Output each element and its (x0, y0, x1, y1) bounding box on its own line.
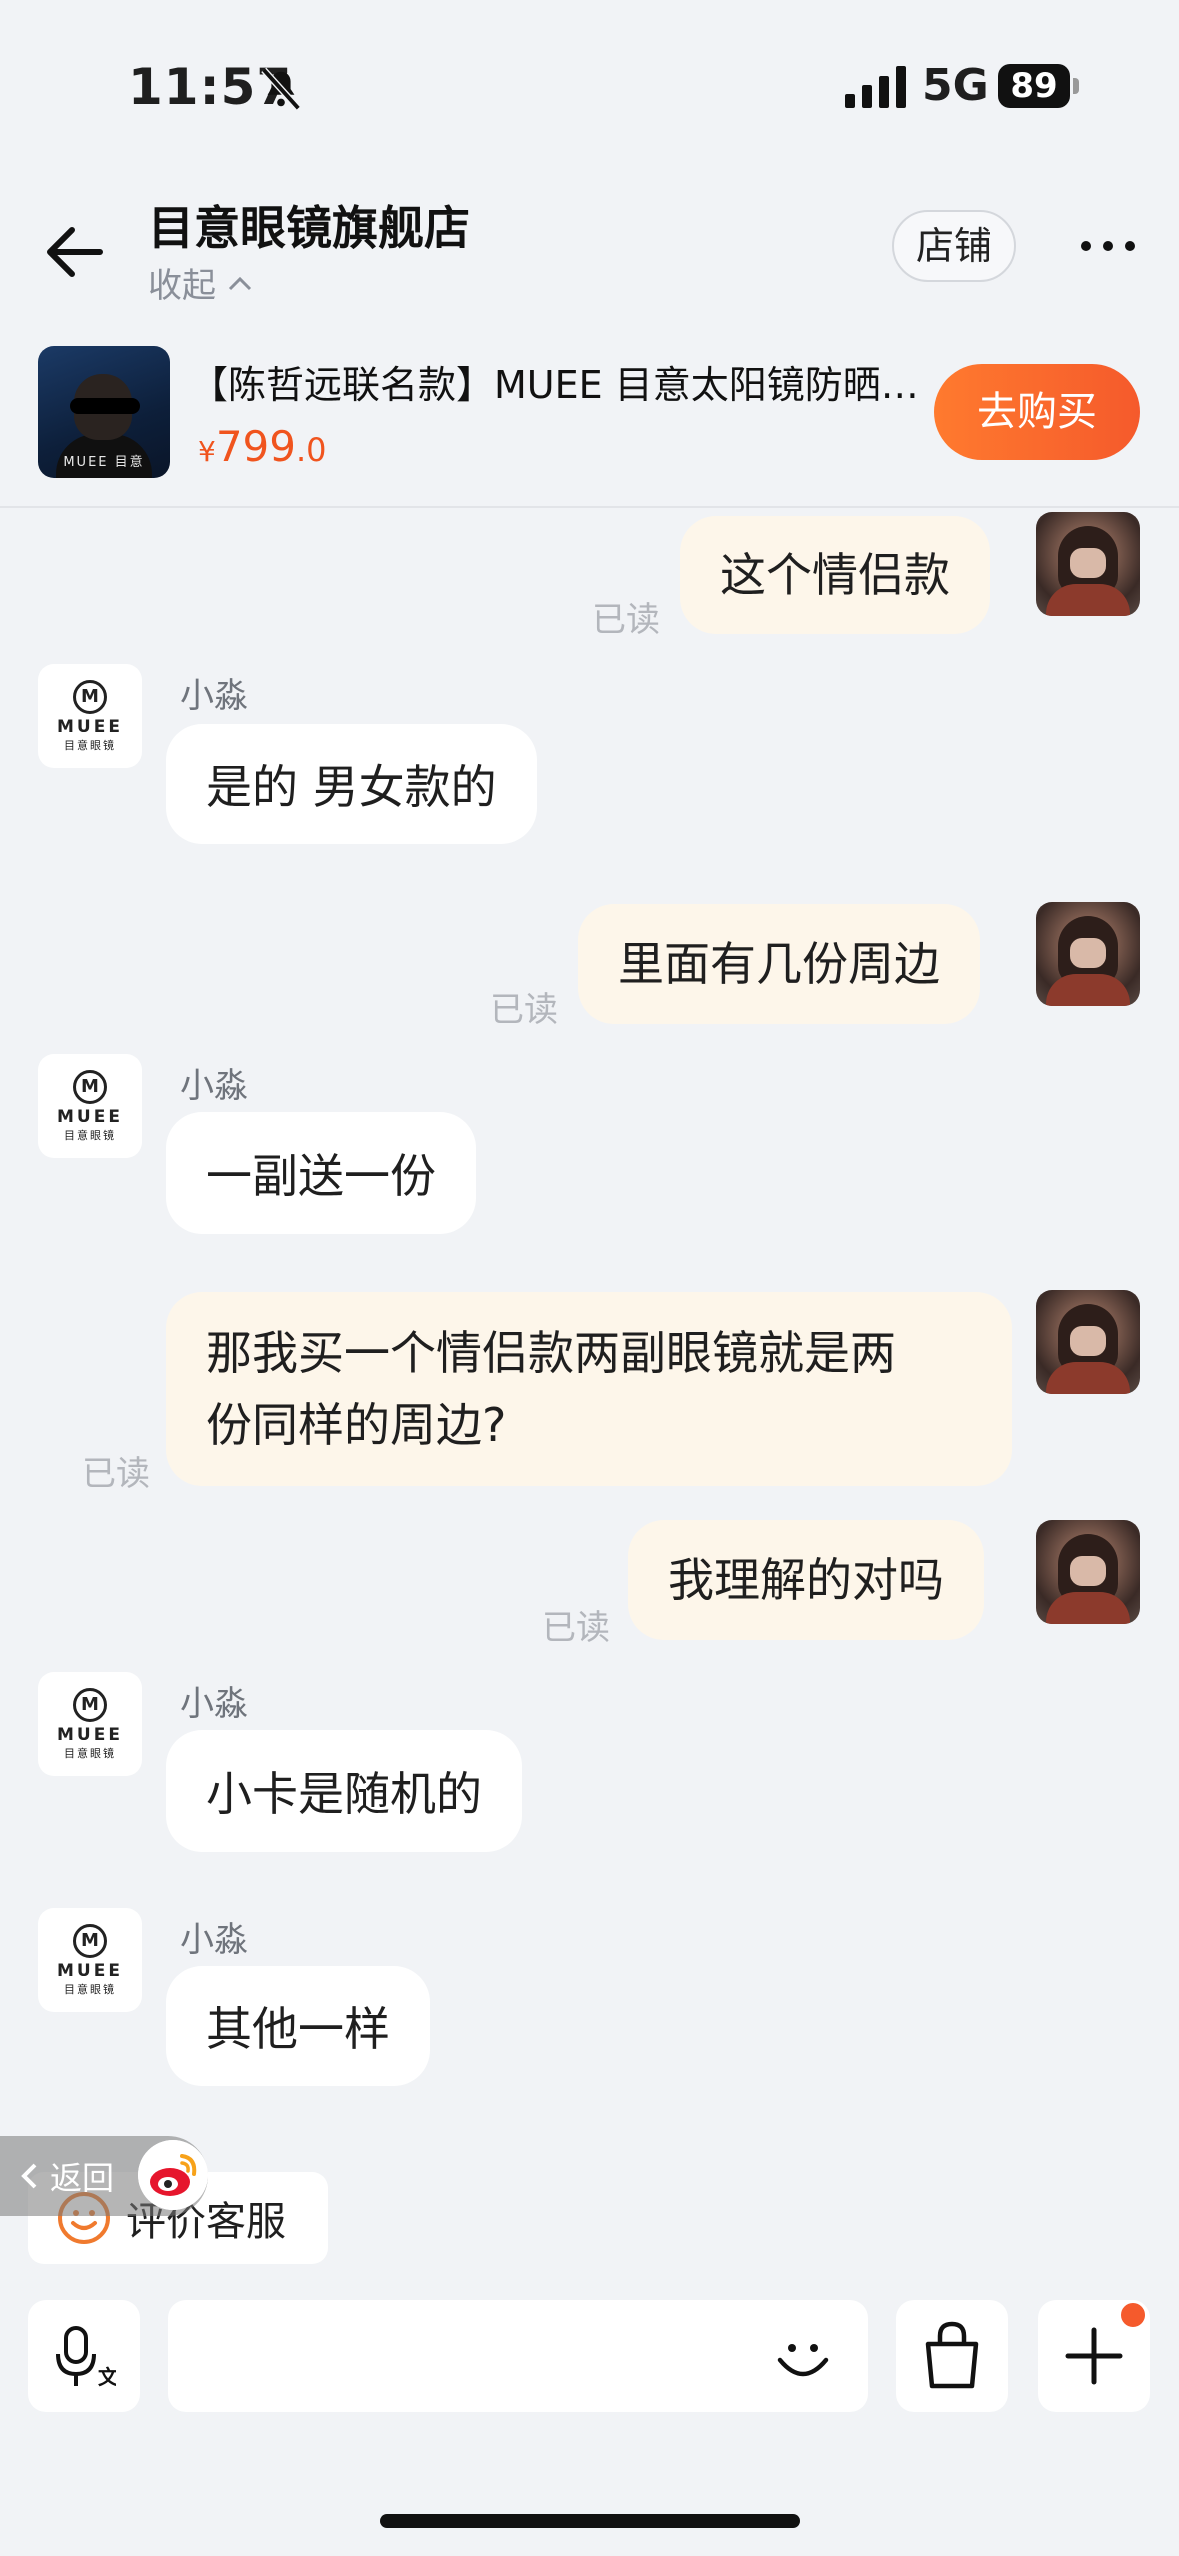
read-receipt: 已读 (542, 1608, 610, 1648)
avatar-hand (1070, 1556, 1106, 1586)
muee-logo-icon: M (73, 1923, 107, 1958)
muee-logo-icon: M (73, 1069, 107, 1104)
product-card[interactable]: MUEE 目意 【陈哲远联名款】MUEE 目意太阳镜防晒… ¥799.0 去购买 (0, 330, 1179, 508)
battery-tip (1073, 78, 1079, 94)
self-message-bubble[interactable]: 这个情侣款 (680, 516, 990, 634)
plus-icon (1065, 2327, 1123, 2385)
product-image-glasses (70, 398, 140, 414)
shop-message-bubble[interactable]: 其他一样 (166, 1966, 430, 2086)
shop-avatar[interactable]: M MUEE 目意眼镜 (38, 1672, 142, 1776)
store-button[interactable]: 店铺 (892, 210, 1016, 282)
shop-avatar-brand: MUEE (57, 1724, 123, 1745)
shop-title[interactable]: 目意眼镜旗舰店 (148, 192, 470, 258)
shopping-bag-button[interactable] (896, 2300, 1008, 2412)
shop-message-bubble[interactable]: 是的 男女款的 (166, 724, 537, 844)
user-avatar[interactable] (1036, 1290, 1140, 1394)
shop-avatar[interactable]: M MUEE 目意眼镜 (38, 1054, 142, 1158)
avatar-hand (1070, 548, 1106, 578)
sender-name: 小淼 (180, 676, 248, 716)
avatar-hand (1070, 1326, 1106, 1356)
shop-avatar-brand: MUEE (57, 1106, 123, 1127)
message-text-line-1: 那我买一个情侣款两副眼镜就是两 (206, 1326, 896, 1380)
avatar-hand (1070, 938, 1106, 968)
message-text: 小卡是随机的 (206, 1767, 482, 1821)
shop-avatar-cn: 目意眼镜 (64, 1128, 116, 1142)
avatar-shirt (1046, 974, 1130, 1006)
collapse-label: 收起 (148, 266, 216, 306)
bell-slash-icon (261, 67, 301, 111)
price-decimal: .0 (296, 431, 327, 469)
back-arrow-icon[interactable] (40, 222, 110, 282)
product-image[interactable]: MUEE 目意 (38, 346, 170, 478)
shop-avatar[interactable]: M MUEE 目意眼镜 (38, 1908, 142, 2012)
weibo-icon[interactable] (138, 2140, 208, 2210)
self-message-bubble[interactable]: 里面有几份周边 (578, 904, 980, 1024)
self-message-bubble[interactable]: 我理解的对吗 (628, 1520, 984, 1640)
product-title[interactable]: 【陈哲远联名款】MUEE 目意太阳镜防晒… (190, 354, 920, 409)
shop-avatar-cn: 目意眼镜 (64, 738, 116, 752)
microphone-translate-icon: 文 (56, 2326, 116, 2389)
weibo-back-label: 返回 (50, 2159, 115, 2197)
message-input[interactable] (168, 2300, 868, 2412)
notification-dot (1118, 2300, 1148, 2330)
message-text: 我理解的对吗 (668, 1553, 944, 1607)
shop-avatar-brand: MUEE (57, 1960, 123, 1981)
user-avatar[interactable] (1036, 902, 1140, 1006)
muee-logo-icon: M (73, 679, 107, 714)
sender-name: 小淼 (180, 1920, 248, 1960)
shop-avatar-brand: MUEE (57, 716, 123, 737)
shop-message-bubble[interactable]: 一副送一份 (166, 1112, 476, 1234)
message-text: 一副送一份 (206, 1149, 436, 1203)
read-receipt: 已读 (82, 1454, 150, 1494)
read-receipt: 已读 (490, 990, 558, 1030)
message-text: 里面有几份周边 (618, 937, 940, 991)
shop-message-bubble[interactable]: 小卡是随机的 (166, 1730, 522, 1852)
message-text: 其他一样 (206, 2002, 390, 2056)
user-avatar[interactable] (1036, 1520, 1140, 1624)
more-icon[interactable] (1080, 236, 1136, 256)
product-image-brand: MUEE 目意 (63, 455, 145, 470)
price-main: 799 (215, 422, 296, 471)
shop-avatar-cn: 目意眼镜 (64, 1746, 116, 1760)
svg-text:文: 文 (98, 2365, 116, 2389)
message-text: 是的 男女款的 (206, 760, 497, 814)
product-price: ¥799.0 (198, 422, 327, 471)
self-message-bubble[interactable]: 那我买一个情侣款两副眼镜就是两 份同样的周边? (166, 1292, 1012, 1486)
sender-name: 小淼 (180, 1684, 248, 1724)
sender-name: 小淼 (180, 1066, 248, 1106)
shop-avatar[interactable]: M MUEE 目意眼镜 (38, 664, 142, 768)
input-bar: 文 (0, 2296, 1179, 2422)
shop-avatar-cn: 目意眼镜 (64, 1982, 116, 1996)
avatar-shirt (1046, 1592, 1130, 1624)
avatar-shirt (1046, 584, 1130, 616)
chevron-left-icon (21, 2163, 37, 2189)
muee-logo-icon: M (73, 1687, 107, 1722)
battery-indicator: 89 (998, 64, 1070, 108)
voice-input-button[interactable]: 文 (28, 2300, 140, 2412)
price-symbol: ¥ (198, 435, 216, 468)
message-text-line-2: 份同样的周边? (206, 1398, 507, 1452)
user-avatar[interactable] (1036, 512, 1140, 616)
status-bar: 11:57 5G 89 (0, 0, 1179, 160)
home-indicator[interactable] (380, 2514, 800, 2528)
message-text: 这个情侣款 (720, 548, 950, 602)
buy-button[interactable]: 去购买 (934, 364, 1140, 460)
collapse-toggle[interactable]: 收起 (148, 258, 254, 307)
signal-icon (845, 66, 906, 108)
emoji-icon[interactable] (772, 2326, 834, 2388)
shopping-bag-icon (925, 2321, 979, 2389)
read-receipt: 已读 (592, 600, 660, 640)
network-type: 5G (922, 60, 989, 111)
avatar-shirt (1046, 1362, 1130, 1394)
chevron-up-icon (228, 276, 252, 290)
